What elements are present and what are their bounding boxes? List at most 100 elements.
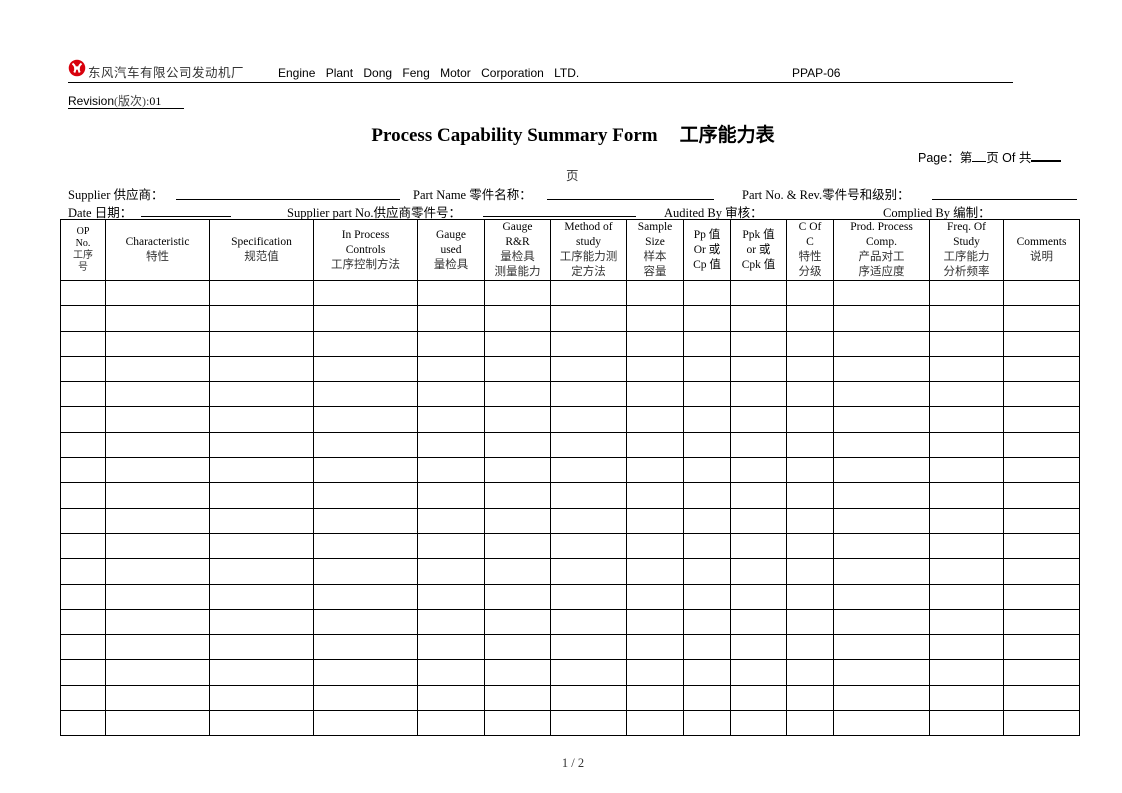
cell-ppk-cpk[interactable]: [730, 583, 787, 610]
cell-in-process-controls[interactable]: [313, 558, 418, 585]
cell-gauge-used[interactable]: [417, 482, 485, 509]
cell-comments[interactable]: [1003, 558, 1080, 585]
cell-c-of-c[interactable]: [786, 684, 834, 712]
cell-ppk-cpk[interactable]: [730, 710, 787, 737]
cell-prod-process-comp[interactable]: [833, 659, 930, 686]
cell-ppk-cpk[interactable]: [730, 330, 787, 357]
cell-op-no[interactable]: [60, 482, 106, 509]
cell-characteristic[interactable]: [105, 710, 210, 737]
cell-op-no[interactable]: [60, 532, 106, 560]
cell-sample-size[interactable]: [626, 634, 684, 661]
cell-gauge-rr[interactable]: [484, 507, 551, 534]
cell-gauge-rr[interactable]: [484, 532, 551, 560]
cell-op-no[interactable]: [60, 406, 106, 433]
cell-gauge-rr[interactable]: [484, 482, 551, 509]
cell-pp-cp[interactable]: [683, 608, 731, 636]
cell-ppk-cpk[interactable]: [730, 558, 787, 585]
cell-gauge-rr[interactable]: [484, 558, 551, 585]
cell-sample-size[interactable]: [626, 406, 684, 433]
cell-in-process-controls[interactable]: [313, 305, 418, 332]
cell-in-process-controls[interactable]: [313, 608, 418, 636]
cell-method-of-study[interactable]: [550, 381, 627, 408]
cell-pp-cp[interactable]: [683, 406, 731, 433]
cell-sample-size[interactable]: [626, 608, 684, 636]
cell-characteristic[interactable]: [105, 583, 210, 610]
cell-prod-process-comp[interactable]: [833, 634, 930, 661]
cell-comments[interactable]: [1003, 507, 1080, 534]
cell-prod-process-comp[interactable]: [833, 710, 930, 737]
cell-freq-of-study[interactable]: [929, 381, 1004, 408]
cell-prod-process-comp[interactable]: [833, 532, 930, 560]
cell-sample-size[interactable]: [626, 659, 684, 686]
cell-specification[interactable]: [209, 532, 314, 560]
cell-specification[interactable]: [209, 684, 314, 712]
cell-pp-cp[interactable]: [683, 684, 731, 712]
cell-characteristic[interactable]: [105, 330, 210, 357]
cell-freq-of-study[interactable]: [929, 355, 1004, 383]
cell-gauge-used[interactable]: [417, 710, 485, 737]
cell-method-of-study[interactable]: [550, 431, 627, 459]
cell-method-of-study[interactable]: [550, 710, 627, 737]
cell-characteristic[interactable]: [105, 457, 210, 484]
cell-op-no[interactable]: [60, 558, 106, 585]
cell-gauge-rr[interactable]: [484, 406, 551, 433]
cell-characteristic[interactable]: [105, 431, 210, 459]
cell-characteristic[interactable]: [105, 482, 210, 509]
cell-gauge-used[interactable]: [417, 532, 485, 560]
cell-in-process-controls[interactable]: [313, 532, 418, 560]
cell-characteristic[interactable]: [105, 507, 210, 534]
cell-freq-of-study[interactable]: [929, 684, 1004, 712]
cell-pp-cp[interactable]: [683, 558, 731, 585]
cell-in-process-controls[interactable]: [313, 659, 418, 686]
cell-op-no[interactable]: [60, 431, 106, 459]
cell-op-no[interactable]: [60, 507, 106, 534]
cell-gauge-rr[interactable]: [484, 305, 551, 332]
cell-comments[interactable]: [1003, 659, 1080, 686]
cell-prod-process-comp[interactable]: [833, 381, 930, 408]
cell-pp-cp[interactable]: [683, 330, 731, 357]
cell-gauge-used[interactable]: [417, 381, 485, 408]
cell-prod-process-comp[interactable]: [833, 482, 930, 509]
cell-freq-of-study[interactable]: [929, 406, 1004, 433]
cell-c-of-c[interactable]: [786, 355, 834, 383]
cell-method-of-study[interactable]: [550, 659, 627, 686]
cell-sample-size[interactable]: [626, 457, 684, 484]
cell-op-no[interactable]: [60, 710, 106, 737]
cell-freq-of-study[interactable]: [929, 457, 1004, 484]
cell-ppk-cpk[interactable]: [730, 634, 787, 661]
cell-specification[interactable]: [209, 507, 314, 534]
cell-ppk-cpk[interactable]: [730, 381, 787, 408]
cell-freq-of-study[interactable]: [929, 330, 1004, 357]
cell-gauge-rr[interactable]: [484, 710, 551, 737]
cell-c-of-c[interactable]: [786, 507, 834, 534]
cell-comments[interactable]: [1003, 406, 1080, 433]
cell-comments[interactable]: [1003, 330, 1080, 357]
cell-specification[interactable]: [209, 330, 314, 357]
cell-sample-size[interactable]: [626, 482, 684, 509]
cell-in-process-controls[interactable]: [313, 330, 418, 357]
cell-method-of-study[interactable]: [550, 355, 627, 383]
cell-method-of-study[interactable]: [550, 507, 627, 534]
cell-specification[interactable]: [209, 431, 314, 459]
cell-pp-cp[interactable]: [683, 431, 731, 459]
cell-gauge-rr[interactable]: [484, 330, 551, 357]
cell-characteristic[interactable]: [105, 381, 210, 408]
cell-pp-cp[interactable]: [683, 532, 731, 560]
cell-specification[interactable]: [209, 381, 314, 408]
cell-ppk-cpk[interactable]: [730, 457, 787, 484]
cell-method-of-study[interactable]: [550, 482, 627, 509]
cell-in-process-controls[interactable]: [313, 583, 418, 610]
cell-freq-of-study[interactable]: [929, 507, 1004, 534]
cell-characteristic[interactable]: [105, 659, 210, 686]
cell-in-process-controls[interactable]: [313, 431, 418, 459]
cell-sample-size[interactable]: [626, 305, 684, 332]
cell-method-of-study[interactable]: [550, 583, 627, 610]
cell-prod-process-comp[interactable]: [833, 305, 930, 332]
cell-c-of-c[interactable]: [786, 710, 834, 737]
cell-sample-size[interactable]: [626, 710, 684, 737]
cell-gauge-rr[interactable]: [484, 684, 551, 712]
cell-gauge-rr[interactable]: [484, 457, 551, 484]
cell-ppk-cpk[interactable]: [730, 684, 787, 712]
cell-gauge-rr[interactable]: [484, 659, 551, 686]
cell-specification[interactable]: [209, 608, 314, 636]
